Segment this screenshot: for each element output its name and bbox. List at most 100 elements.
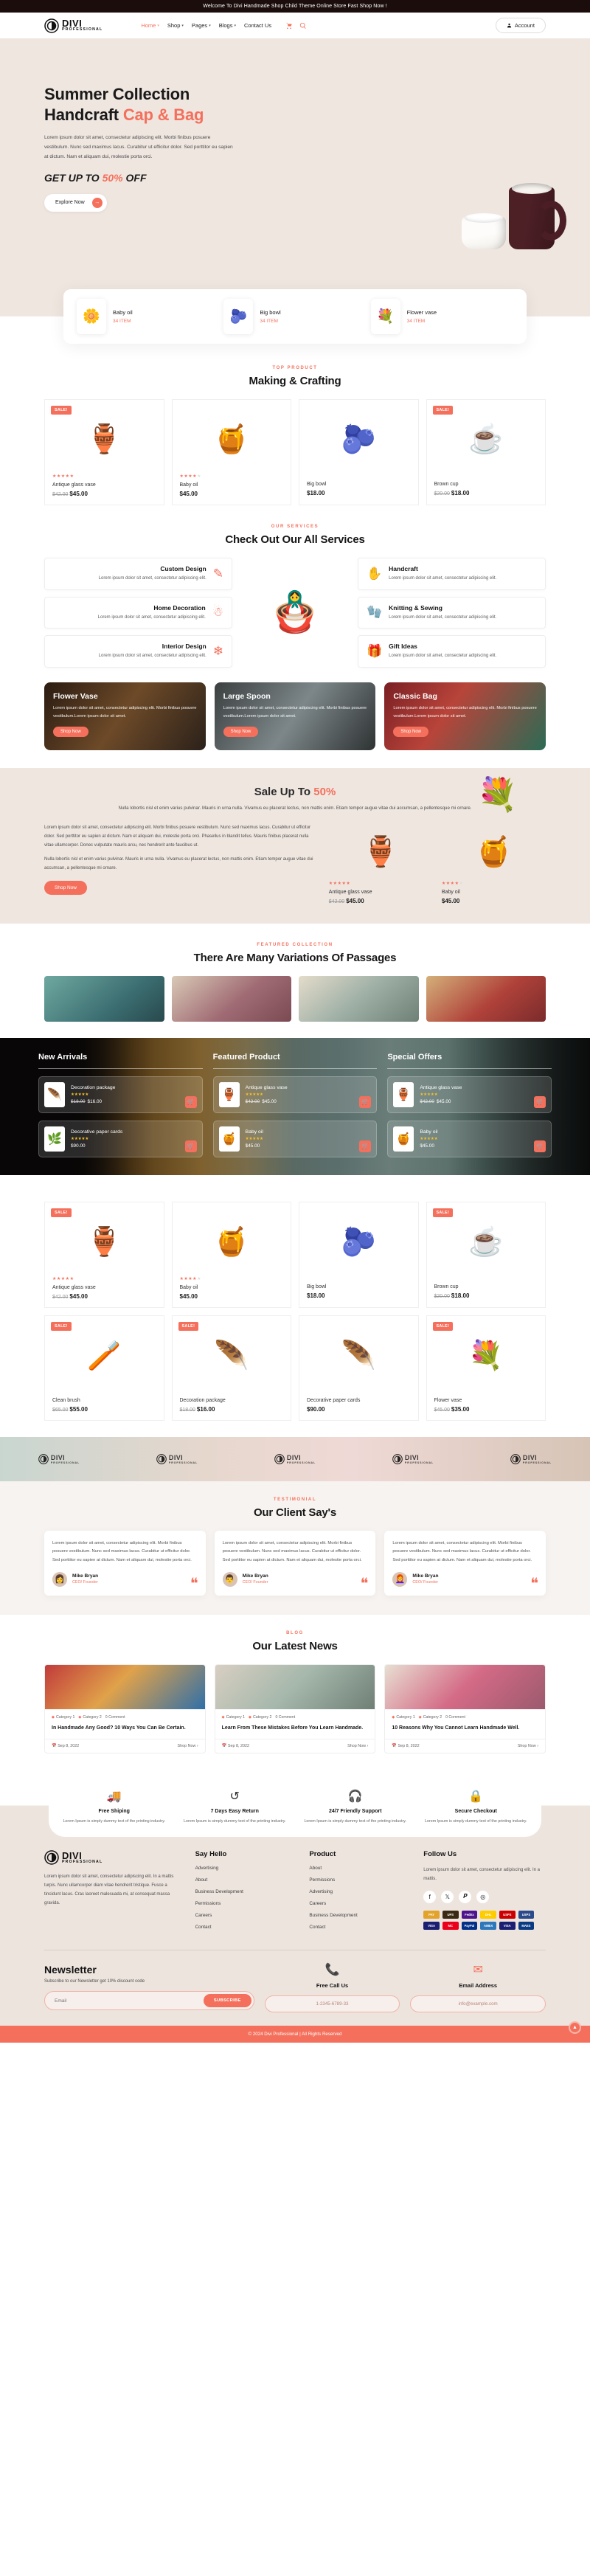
gallery-image-2[interactable] xyxy=(171,975,291,1022)
blog-category-2[interactable]: ◆ Category 2 xyxy=(419,1715,442,1720)
mini-product-card[interactable]: 🪶 Decoration package ★★★★★ $18.00 $16.00 🛒 xyxy=(38,1076,203,1113)
promo-shop-now-button[interactable]: Shop Now xyxy=(53,727,88,738)
blog-category-1[interactable]: ◆ Category 1 xyxy=(52,1715,74,1720)
promo-shop-now-button[interactable]: Shop Now xyxy=(223,727,259,738)
nav-item-shop[interactable]: Shop ▾ xyxy=(167,22,184,29)
sale-product-card[interactable]: 🏺 ★★★★★ Antique glass vase $42.00 $45.00 xyxy=(329,823,433,904)
blog-post-title[interactable]: Learn From These Mistakes Before You Lea… xyxy=(215,1720,375,1739)
footer-link[interactable]: Business Development xyxy=(309,1913,413,1918)
add-to-cart-button[interactable]: 🛒 xyxy=(359,1095,372,1108)
nav-item-pages[interactable]: Pages ▾ xyxy=(192,22,211,29)
gallery-image-4[interactable] xyxy=(426,975,546,1022)
product-card[interactable]: SALE! 🪶 Decoration package $18.00 $16.00 xyxy=(171,1315,291,1421)
product-card[interactable]: 🫐 Big bowl $18.00 xyxy=(299,399,419,505)
blog-card[interactable]: ◆ Category 1 ◆ Category 20 Comment 10 Reason… xyxy=(384,1663,546,1753)
call-us-value[interactable]: 1-2345-6789-33 xyxy=(264,1995,400,2012)
blog-category-2[interactable]: ◆ Category 2 xyxy=(78,1715,101,1720)
promo-card[interactable]: Large Spoon Lorem ipsum dolor sit amet, c… xyxy=(214,682,376,750)
x-twitter-icon[interactable]: 𝕏 xyxy=(441,1890,454,1903)
blog-shop-now-link[interactable]: Shop Now › xyxy=(347,1744,368,1748)
promo-section: Flower Vase Lorem ipsum dolor sit amet, c… xyxy=(0,682,590,750)
footer-link[interactable]: Advertising xyxy=(309,1889,413,1894)
pinterest-icon[interactable]: 𝑷 xyxy=(459,1890,472,1903)
gallery-image-1[interactable] xyxy=(44,975,164,1022)
footer-link[interactable]: Contact xyxy=(195,1925,299,1930)
footer-link[interactable]: Business Development xyxy=(195,1889,299,1894)
product-card[interactable]: SALE! 🪥 Clean brush $65.00 $55.00 xyxy=(44,1315,164,1421)
footer-link[interactable]: About xyxy=(195,1877,299,1883)
product-card[interactable]: SALE! ☕ Brown cup $20.00 $18.00 xyxy=(426,1201,546,1308)
nav-item-home[interactable]: Home ▾ xyxy=(141,22,159,29)
footer-link[interactable]: About xyxy=(309,1866,413,1871)
service-card[interactable]: ✋ Handcraft Lorem ipsum dolor sit amet, co… xyxy=(358,558,546,590)
sale-product-card[interactable]: 🍯 ★★★★★ Baby oil $45.00 xyxy=(442,823,546,904)
facebook-icon[interactable]: f xyxy=(423,1890,437,1903)
mini-product-card[interactable]: 🌿 Decorative paper cards ★★★★★ $90.00 🛒 xyxy=(38,1120,203,1157)
sale-shop-now-button[interactable]: Shop Now xyxy=(44,880,87,895)
service-card[interactable]: ✎ Custom Design Lorem ipsum dolor sit amet… xyxy=(44,558,232,590)
explore-now-button[interactable]: Explore Now → xyxy=(44,193,107,212)
gallery-image-3[interactable] xyxy=(299,975,419,1022)
instagram-icon[interactable]: ◎ xyxy=(476,1890,490,1903)
blog-shop-now-link[interactable]: Shop Now › xyxy=(518,1744,538,1748)
footer-link[interactable]: Permissions xyxy=(309,1877,413,1883)
testimonial-author: Mike Bryan xyxy=(242,1573,268,1579)
service-card[interactable]: 🎁 Gift Ideas Lorem ipsum dolor sit amet, c… xyxy=(358,635,546,668)
blog-post-title[interactable]: In Handmade Any Good? 10 Ways You Can Be… xyxy=(45,1720,205,1739)
search-icon[interactable] xyxy=(299,22,307,30)
product-card[interactable]: 🫐 Big bowl $18.00 xyxy=(299,1201,419,1308)
promo-shop-now-button[interactable]: Shop Now xyxy=(393,727,429,738)
subscribe-button[interactable]: SUBSCRIBE xyxy=(203,1994,251,2008)
product-card[interactable]: 🍯 ★★★★★ Baby oil $45.00 xyxy=(171,1201,291,1308)
add-to-cart-button[interactable]: 🛒 xyxy=(359,1140,372,1152)
add-to-cart-button[interactable]: 🛒 xyxy=(534,1140,546,1152)
mini-product-card[interactable]: 🍯 Baby oil ★★★★★ $45.00 🛒 xyxy=(387,1120,552,1157)
promo-card[interactable]: Flower Vase Lorem ipsum dolor sit amet, c… xyxy=(44,682,206,750)
product-card[interactable]: 🪶 Decorative paper cards $90.00 xyxy=(299,1315,419,1421)
mini-product-card[interactable]: 🏺 Antique glass vase ★★★★★ $42.00 $45.00 🛒 xyxy=(212,1076,378,1113)
category-card[interactable]: 🫐 Big bowl 34 ITEM xyxy=(223,299,366,334)
payment-methods: PAY UPS FedEx DHL USPS USPS VISA MC PayPal AMEX VI… xyxy=(423,1910,535,1930)
site-logo[interactable]: DIVI PROFESSIONAL xyxy=(44,18,103,33)
blog-date: 📅 Sep 8, 2022 xyxy=(221,1743,249,1748)
product-card[interactable]: SALE! 🏺 ★★★★★ Antique glass vase $42.00 $45.0… xyxy=(44,399,164,505)
nav-item-blogs[interactable]: Blogs ▾ xyxy=(219,22,236,29)
add-to-cart-button[interactable]: 🛒 xyxy=(184,1095,197,1108)
account-button[interactable]: Account xyxy=(495,18,546,33)
newsletter-email-input[interactable] xyxy=(47,1998,204,2004)
blog-category-1[interactable]: ◆ Category 1 xyxy=(222,1715,245,1720)
blog-category-2[interactable]: ◆ Category 2 xyxy=(249,1715,271,1720)
footer-link[interactable]: Advertising xyxy=(195,1866,299,1871)
mini-product-card[interactable]: 🍯 Baby oil ★★★★★ $45.00 🛒 xyxy=(212,1120,378,1157)
footer-link[interactable]: Careers xyxy=(309,1901,413,1906)
footer-link[interactable]: Contact xyxy=(309,1925,413,1930)
footer-link[interactable]: Careers xyxy=(195,1913,299,1918)
add-to-cart-button[interactable]: 🛒 xyxy=(184,1140,197,1152)
product-card[interactable]: SALE! 💐 Flower vase $45.00 $35.00 xyxy=(426,1315,546,1421)
footer-logo[interactable]: DIVI PROFESSIONAL xyxy=(44,1850,185,1865)
service-card[interactable]: ☃ Home Decoration Lorem ipsum dolor sit am… xyxy=(44,596,232,629)
rating-stars: ★★★★★ xyxy=(52,1276,74,1281)
cart-icon[interactable] xyxy=(285,22,293,30)
service-card[interactable]: ❄ Interior Design Lorem ipsum dolor sit am… xyxy=(44,635,232,668)
scroll-to-top-button[interactable]: ▲ xyxy=(569,2021,581,2034)
blog-card[interactable]: ◆ Category 1 ◆ Category 2 0 Comment In Handma… xyxy=(44,1663,206,1753)
blog-shop-now-link[interactable]: Shop Now › xyxy=(177,1744,198,1748)
category-card[interactable]: 🌼 Baby oil 34 ITEM xyxy=(77,299,219,334)
blog-post-title[interactable]: 10 Reasons Why You Cannot Learn Handmade… xyxy=(385,1720,545,1739)
footer-link[interactable]: Permissions xyxy=(195,1901,299,1906)
product-current-price: $90.00 xyxy=(71,1143,86,1149)
product-card[interactable]: SALE! ☕ Brown cup $20.00 $18.00 xyxy=(426,399,546,505)
blog-category-1[interactable]: ◆ Category 1 xyxy=(392,1715,414,1720)
service-card[interactable]: 🧤 Knitting & Sewing Lorem ipsum dolor sit … xyxy=(358,596,546,629)
product-image: 🍯 xyxy=(218,1126,240,1152)
email-value[interactable]: info@example.com xyxy=(410,1995,546,2012)
nav-item-contact-us[interactable]: Contact Us xyxy=(244,22,271,29)
mini-product-card[interactable]: 🏺 Antique glass vase ★★★★★ $42.00 $45.00 🛒 xyxy=(387,1076,552,1113)
product-card[interactable]: SALE! 🏺 ★★★★★ Antique glass vase $42.00 $45.0… xyxy=(44,1201,164,1308)
promo-card[interactable]: Classic Bag Lorem ipsum dolor sit amet, c… xyxy=(384,682,546,750)
add-to-cart-button[interactable]: 🛒 xyxy=(534,1095,546,1108)
blog-card[interactable]: ◆ Category 1 ◆ Category 2 0 Comment Learn Fro… xyxy=(214,1663,376,1753)
product-card[interactable]: 🍯 ★★★★★ Baby oil $45.00 xyxy=(171,399,291,505)
category-card[interactable]: 💐 Flower vase 34 ITEM xyxy=(370,299,513,334)
